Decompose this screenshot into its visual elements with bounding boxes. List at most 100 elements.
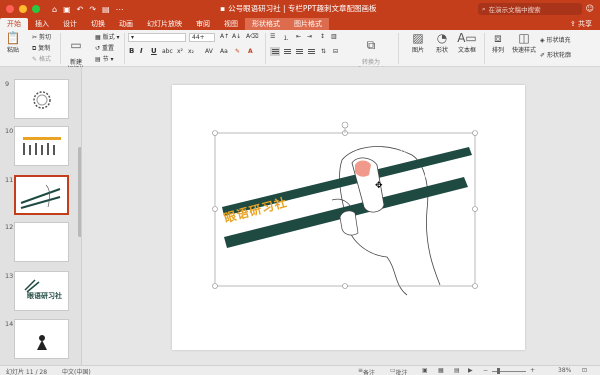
tab-view[interactable]: 视图 xyxy=(217,18,245,30)
rotate-handle-icon[interactable] xyxy=(341,121,349,129)
slide-thumbnail-pane: 9 10 11 12 13 眼语研习社 14 xyxy=(0,67,82,365)
align-center-icon[interactable] xyxy=(282,47,292,56)
shape-fill-button[interactable]: ◈ 形状填充 xyxy=(540,35,571,44)
slide-counter: 幻灯片 11 / 28 xyxy=(6,369,48,375)
notes-button[interactable]: ≡ 备注 xyxy=(358,367,375,375)
decrease-font-icon[interactable]: A↓ xyxy=(232,33,241,40)
zoom-in-icon[interactable]: + xyxy=(530,367,535,374)
clipboard-icon: 📋 xyxy=(5,31,21,45)
close-window-button[interactable] xyxy=(6,5,14,13)
thumbnail-number: 10 xyxy=(5,127,14,135)
align-text-icon[interactable]: ⊟ xyxy=(333,48,338,55)
current-slide[interactable]: ✥ 眼语研习社 Linxy & Simple Linxy & Simple xyxy=(172,85,525,350)
justify-icon[interactable] xyxy=(306,47,316,56)
shape-button[interactable]: ◔ 形状 xyxy=(432,32,452,55)
decrease-indent-icon[interactable]: ⇤ xyxy=(296,33,301,40)
slide-thumbnail-10[interactable] xyxy=(14,126,69,166)
superscript-icon[interactable]: x² xyxy=(177,48,183,55)
window-controls xyxy=(6,5,40,13)
picture-button[interactable]: ▨ 图片 xyxy=(408,32,428,55)
cut-button[interactable]: ✂ 剪切 xyxy=(32,32,51,41)
layout-button[interactable]: ▦ 版式 ▾ xyxy=(95,32,120,41)
reading-view-icon[interactable]: ▤ xyxy=(454,367,460,374)
subscript-icon[interactable]: x₂ xyxy=(188,48,194,55)
font-color-icon[interactable]: A xyxy=(248,48,253,55)
arrange-icon: ⧈ xyxy=(494,31,502,45)
language-indicator[interactable]: 中文(中国) xyxy=(62,367,91,375)
slide-thumbnail-12[interactable] xyxy=(14,222,69,262)
change-case-icon[interactable]: Aa xyxy=(220,48,228,55)
slide-thumbnail-13[interactable]: 眼语研习社 xyxy=(14,271,69,311)
shape-outline-button[interactable]: ✐ 形状轮廓 xyxy=(540,50,571,59)
bullets-icon[interactable]: ☰ xyxy=(270,33,275,40)
paste-button[interactable]: 📋 粘贴 xyxy=(4,31,22,55)
strikethrough-icon[interactable]: abc xyxy=(162,48,173,55)
tab-insert[interactable]: 插入 xyxy=(28,18,56,30)
quick-styles-button[interactable]: ◫ 快速样式 xyxy=(510,31,538,55)
increase-font-icon[interactable]: A↑ xyxy=(220,33,229,40)
minimize-window-button[interactable] xyxy=(19,5,27,13)
thumbnail-number: 14 xyxy=(5,320,14,328)
text-direction-icon[interactable]: ⇅ xyxy=(321,48,326,55)
increase-indent-icon[interactable]: ⇥ xyxy=(307,33,312,40)
line-spacing-icon[interactable]: ↕ xyxy=(320,33,325,40)
quick-styles-icon: ◫ xyxy=(518,31,530,45)
clear-format-icon[interactable]: A⌫ xyxy=(246,33,259,40)
slide-thumbnail-9[interactable] xyxy=(14,79,69,119)
slide-thumbnail-14[interactable] xyxy=(14,319,69,359)
user-icon[interactable]: ☺ xyxy=(586,4,594,13)
copy-icon: ⧉ xyxy=(32,45,37,52)
italic-button[interactable]: I xyxy=(140,47,143,55)
zoom-level[interactable]: 38% xyxy=(558,367,571,374)
numbering-icon[interactable]: ⒈ xyxy=(283,33,289,42)
fit-slide-icon[interactable]: ⊡ xyxy=(582,367,587,374)
slideshow-view-icon[interactable]: ▶ xyxy=(468,367,473,374)
tab-home[interactable]: 开始 xyxy=(0,18,28,30)
section-button[interactable]: ▤ 节 ▾ xyxy=(95,54,114,63)
normal-view-icon[interactable]: ▣ xyxy=(422,367,428,374)
copy-button[interactable]: ⧉ 复制 xyxy=(32,43,50,53)
font-name-select[interactable]: ▾ xyxy=(128,33,186,42)
zoom-slider-knob[interactable] xyxy=(497,368,500,374)
thumbnail-number: 13 xyxy=(5,272,14,280)
powerpoint-window: ⌂ ▣ ↶ ↷ ▤ ⋯ ▪ 公号眼语研习社 | 专栏PPT趣刺文章配图画板 ⌕ … xyxy=(0,0,600,375)
sorter-view-icon[interactable]: ▦ xyxy=(438,367,444,374)
tab-picture-format[interactable]: 图片格式 xyxy=(287,18,329,30)
underline-button[interactable]: U xyxy=(151,47,157,55)
tab-design[interactable]: 设计 xyxy=(56,18,84,30)
tab-transitions[interactable]: 切换 xyxy=(84,18,112,30)
thumbnail-number: 9 xyxy=(5,80,10,88)
quick-access-toolbar: ⌂ ▣ ↶ ↷ ▤ ⋯ xyxy=(52,5,124,14)
arrange-button[interactable]: ⧈ 排列 xyxy=(488,31,508,55)
columns-icon[interactable]: ▥ xyxy=(331,33,337,40)
tab-review[interactable]: 审阅 xyxy=(189,18,217,30)
share-button[interactable]: ⇪ 共享 xyxy=(570,19,592,29)
slideshow-icon[interactable]: ▤ xyxy=(102,5,110,14)
highlight-icon[interactable]: ✎ xyxy=(235,48,240,55)
comments-button[interactable]: ▭ 批注 xyxy=(390,367,408,375)
more-icon[interactable]: ⋯ xyxy=(116,5,124,14)
zoom-out-icon[interactable]: − xyxy=(483,367,488,374)
paint-bucket-icon: ◈ xyxy=(540,37,545,44)
section-icon: ▤ xyxy=(95,56,101,63)
save-icon[interactable]: ▣ xyxy=(63,5,71,14)
bold-button[interactable]: B xyxy=(129,47,134,55)
search-input[interactable]: ⌕ 在演示文稿中搜索 xyxy=(478,3,582,15)
textbox-button[interactable]: A▭ 文本框 xyxy=(456,32,478,55)
tab-slideshow[interactable]: 幻灯片放映 xyxy=(140,18,189,30)
maximize-window-button[interactable] xyxy=(32,5,40,13)
align-left-icon[interactable] xyxy=(270,47,280,56)
tab-animations[interactable]: 动画 xyxy=(112,18,140,30)
format-painter-button[interactable]: ✎ 格式 xyxy=(32,54,51,63)
font-size-select[interactable]: 44+ xyxy=(189,33,215,42)
reset-icon: ↺ xyxy=(95,45,101,52)
redo-icon[interactable]: ↷ xyxy=(89,5,96,14)
undo-icon[interactable]: ↶ xyxy=(77,5,84,14)
align-right-icon[interactable] xyxy=(294,47,304,56)
spacing-icon[interactable]: AV xyxy=(205,48,213,55)
reset-button[interactable]: ↺ 重置 xyxy=(95,43,114,52)
home-icon[interactable]: ⌂ xyxy=(52,5,57,14)
tab-shape-format[interactable]: 形状格式 xyxy=(245,18,287,30)
slide-thumbnail-11[interactable] xyxy=(14,175,69,215)
move-cursor-icon: ✥ xyxy=(375,181,383,191)
